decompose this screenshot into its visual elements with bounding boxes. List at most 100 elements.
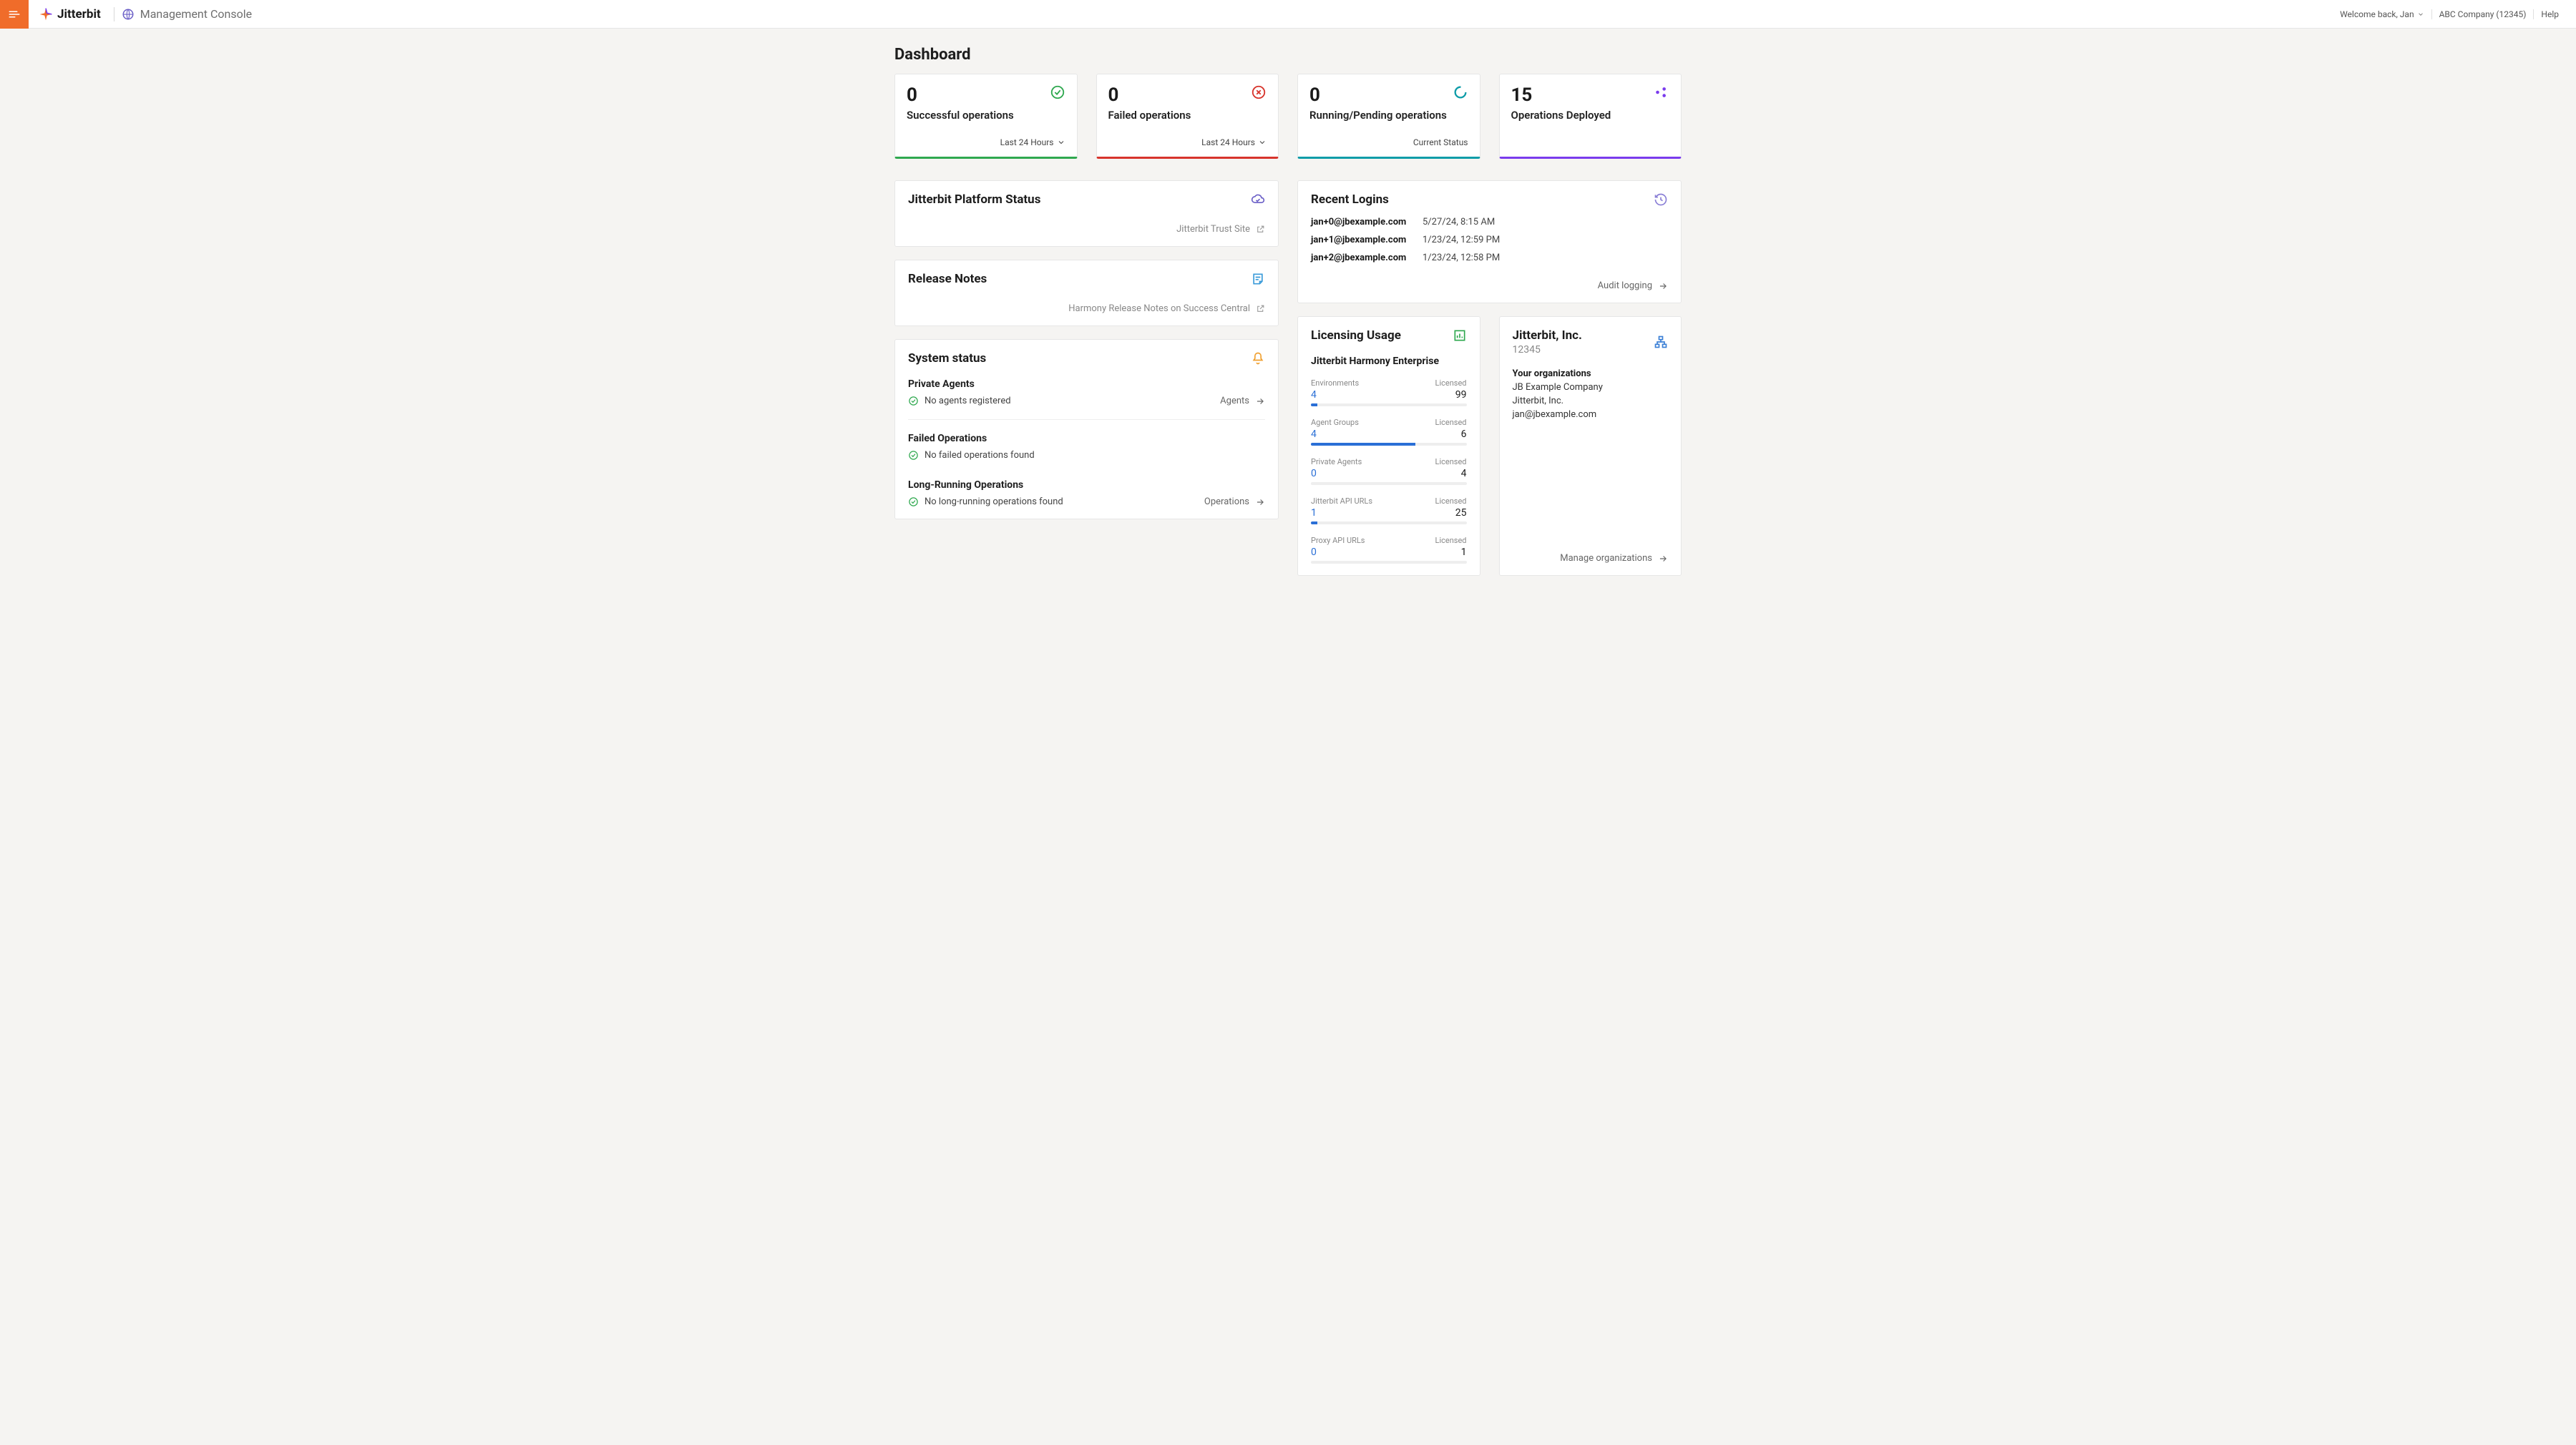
note-icon — [1251, 272, 1265, 286]
brand-name: Jitterbit — [57, 7, 101, 21]
stat-value: 0 — [1108, 84, 1119, 106]
org-tree-icon — [1654, 335, 1668, 349]
app-title: Management Console — [117, 7, 252, 21]
license-total: 99 — [1455, 389, 1467, 401]
panel-title: System status — [908, 351, 986, 366]
stat-cards-row: 0 Successful operations Last 24 Hours 0 … — [894, 74, 1682, 159]
chevron-down-icon — [1258, 138, 1267, 147]
link-text: Audit logging — [1598, 280, 1652, 291]
cloud-check-icon — [1251, 192, 1265, 207]
org-selector[interactable]: ABC Company (12345) — [2432, 9, 2534, 19]
license-name: Proxy API URLs — [1311, 536, 1365, 545]
login-row: jan+0@jbexample.com 5/27/24, 8:15 AM — [1311, 217, 1668, 227]
stat-value: 15 — [1511, 84, 1533, 106]
panel-title: Jitterbit Platform Status — [908, 192, 1040, 207]
operations-link[interactable]: Operations — [1204, 496, 1265, 507]
license-total: 6 — [1461, 428, 1467, 440]
page-title: Dashboard — [894, 46, 1682, 64]
stat-footer-text: Current Status — [1413, 137, 1468, 147]
org-item[interactable]: Jitterbit, Inc. — [1513, 396, 1669, 406]
org-item[interactable]: JB Example Company — [1513, 382, 1669, 393]
license-used: 4 — [1311, 389, 1317, 401]
licensed-label: Licensed — [1435, 418, 1467, 427]
arrow-right-icon — [1255, 497, 1265, 507]
section-heading: Failed Operations — [908, 433, 1265, 444]
license-used: 4 — [1311, 428, 1317, 440]
license-progress-bar — [1311, 521, 1467, 524]
panel-title: Release Notes — [908, 272, 987, 286]
agents-link[interactable]: Agents — [1220, 396, 1265, 406]
stat-card-running[interactable]: 0 Running/Pending operations Current Sta… — [1297, 74, 1480, 159]
system-status-panel: System status Private Agents No agents r… — [894, 339, 1279, 519]
trust-site-link[interactable]: Jitterbit Trust Site — [908, 224, 1265, 235]
release-notes-link[interactable]: Harmony Release Notes on Success Central — [908, 303, 1265, 314]
licensed-label: Licensed — [1435, 378, 1467, 388]
login-user: jan+0@jbexample.com — [1311, 217, 1418, 227]
license-item: Environments Licensed 4 99 — [1311, 378, 1467, 406]
login-time: 5/27/24, 8:15 AM — [1423, 217, 1668, 227]
license-item: Proxy API URLs Licensed 0 1 — [1311, 536, 1467, 564]
brand-logo[interactable]: Jitterbit — [29, 7, 111, 21]
arrow-right-icon — [1255, 396, 1265, 406]
licensed-label: Licensed — [1435, 536, 1467, 545]
stat-value: 0 — [907, 84, 917, 106]
bar-chart-icon — [1453, 328, 1467, 343]
check-circle-icon — [908, 396, 919, 406]
manage-orgs-link[interactable]: Manage organizations — [1513, 553, 1669, 564]
check-circle-icon — [908, 496, 919, 507]
stat-timeframe-dropdown[interactable]: Last 24 Hours — [907, 137, 1065, 147]
welcome-user-dropdown[interactable]: Welcome back, Jan — [2333, 9, 2431, 19]
org-email: jan@jbexample.com — [1513, 409, 1669, 420]
stat-card-deployed[interactable]: 15 Operations Deployed — [1499, 74, 1682, 159]
stat-card-failed[interactable]: 0 Failed operations Last 24 Hours — [1096, 74, 1279, 159]
license-used: 0 — [1311, 547, 1317, 558]
arrow-right-icon — [1658, 554, 1668, 564]
panel-title: Licensing Usage — [1311, 328, 1401, 343]
stat-timeframe-dropdown[interactable]: Last 24 Hours — [1108, 137, 1267, 147]
hamburger-icon — [8, 8, 21, 21]
panel-title: Recent Logins — [1311, 192, 1389, 207]
licensed-label: Licensed — [1435, 496, 1467, 506]
stat-card-successful[interactable]: 0 Successful operations Last 24 Hours — [894, 74, 1078, 159]
licensed-label: Licensed — [1435, 457, 1467, 466]
history-icon — [1654, 192, 1668, 207]
license-total: 25 — [1455, 507, 1467, 519]
status-text: No long-running operations found — [924, 496, 1063, 507]
help-link[interactable]: Help — [2534, 9, 2566, 19]
login-user: jan+1@jbexample.com — [1311, 235, 1418, 245]
stat-footer-text: Last 24 Hours — [1201, 137, 1255, 147]
nodes-icon — [1654, 84, 1669, 100]
login-row: jan+1@jbexample.com1/23/24, 12:59 PM — [1311, 235, 1668, 245]
link-text: Operations — [1204, 496, 1249, 507]
stat-label: Successful operations — [907, 109, 1065, 122]
org-id: 12345 — [1513, 344, 1582, 356]
status-text: No failed operations found — [924, 450, 1035, 461]
section-heading: Long-Running Operations — [908, 479, 1063, 491]
licensing-usage-panel: Licensing Usage Jitterbit Harmony Enterp… — [1297, 316, 1480, 576]
login-time: 1/23/24, 12:58 PM — [1423, 253, 1668, 263]
license-name: Jitterbit API URLs — [1311, 496, 1372, 506]
login-row: jan+2@jbexample.com 1/23/24, 12:58 PM — [1311, 253, 1668, 263]
stat-footer-text: Last 24 Hours — [1000, 137, 1054, 147]
organization-panel: Jitterbit, Inc. 12345 Your organizations… — [1499, 316, 1682, 576]
license-name: Environments — [1311, 378, 1359, 388]
header-user-area: Welcome back, Jan ABC Company (12345) He… — [2333, 9, 2576, 19]
stat-label: Failed operations — [1108, 109, 1267, 122]
org-name: Jitterbit, Inc. — [1513, 328, 1582, 343]
license-total: 1 — [1461, 547, 1467, 558]
audit-logging-link[interactable]: Audit logging — [1311, 280, 1668, 291]
license-used: 0 — [1311, 468, 1317, 479]
check-circle-icon — [908, 450, 919, 461]
license-name: Private Agents — [1311, 457, 1362, 466]
login-user: jan+2@jbexample.com — [1311, 253, 1418, 263]
section-heading: Private Agents — [908, 378, 1011, 390]
license-item: Jitterbit API URLsLicensed125 — [1311, 496, 1467, 524]
license-progress-bar — [1311, 443, 1467, 446]
spinner-icon — [1453, 84, 1468, 100]
link-text: Jitterbit Trust Site — [1176, 224, 1250, 235]
license-progress-bar — [1311, 403, 1467, 406]
jitterbit-logo-icon — [39, 7, 53, 21]
hamburger-menu-button[interactable] — [0, 0, 29, 29]
status-text: No agents registered — [924, 396, 1011, 406]
console-icon — [122, 8, 135, 21]
